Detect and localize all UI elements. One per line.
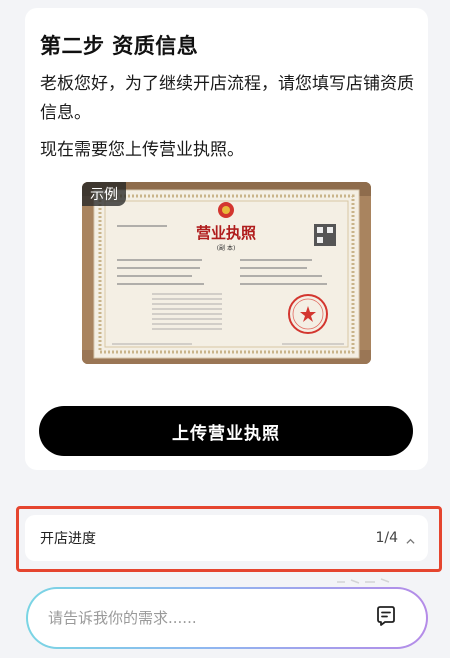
license-example-image[interactable]: 示例 营业执照 (副 本) (82, 182, 371, 364)
qualification-card: 第二步 资质信息 老板您好，为了继续开店流程，请您填写店铺资质信息。 现在需要您… (25, 8, 428, 470)
decorative-stroke (337, 578, 390, 584)
upload-license-button[interactable]: 上传营业执照 (39, 406, 413, 456)
chat-input[interactable] (46, 608, 350, 628)
chat-send-icon[interactable] (374, 604, 398, 632)
example-tag: 示例 (82, 182, 126, 206)
intro-text: 老板您好，为了继续开店流程，请您填写店铺资质信息。 (40, 74, 414, 123)
step-title: 第二步 资质信息 (40, 34, 199, 58)
requirement-text: 现在需要您上传营业执照。 (40, 140, 244, 160)
license-title-text: 营业执照 (196, 224, 256, 242)
license-sub-text: (副 本) (217, 244, 236, 252)
business-license-illustration: 营业执照 (副 本) (82, 182, 371, 364)
highlight-box (16, 506, 442, 572)
chat-input-bar (26, 587, 428, 649)
